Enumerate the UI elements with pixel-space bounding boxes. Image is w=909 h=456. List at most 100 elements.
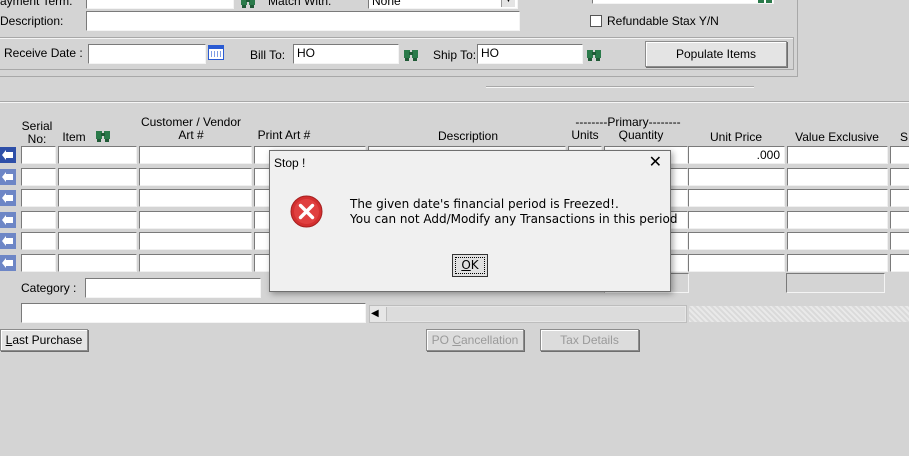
cell-item[interactable] (58, 232, 137, 251)
tax-details-button[interactable]: Tax Details (540, 329, 639, 351)
row-arrow-icon[interactable] (0, 233, 16, 250)
last-purchase-text: ast Purchase (12, 333, 83, 347)
ship-to-value: HO (481, 46, 499, 60)
cell-customer-art[interactable] (139, 146, 252, 164)
right-top-field[interactable] (592, 0, 774, 4)
stop-dialog: Stop ! ✕ The given date's financial peri… (269, 150, 677, 292)
cell-customer-art[interactable] (139, 254, 252, 272)
cell-item[interactable] (58, 146, 137, 164)
po-cancellation-mnemonic: C (452, 333, 461, 347)
horizontal-scrollbar[interactable]: ◀ (369, 305, 687, 323)
payment-term-lookup-icon[interactable] (240, 0, 256, 9)
cell-customer-art[interactable] (139, 189, 252, 208)
right-top-lookup-icon[interactable] (757, 0, 773, 7)
scroll-left-icon[interactable]: ◀ (371, 308, 379, 319)
cell-customer-art[interactable] (139, 232, 252, 251)
item-lookup-icon[interactable] (95, 128, 111, 143)
refundable-label: Refundable Stax Y/N (607, 14, 719, 28)
cell-serial[interactable] (21, 146, 56, 164)
ok-button[interactable]: OK (452, 254, 488, 277)
ship-to-field[interactable]: HO (477, 44, 583, 64)
cell-unit-price[interactable] (688, 189, 785, 208)
cell-value-exclusive[interactable] (787, 232, 888, 251)
cell-unit-price[interactable]: .000 (688, 146, 785, 164)
cell-next[interactable] (890, 189, 909, 208)
bill-to-label: Bill To: (250, 48, 286, 62)
cell-serial[interactable] (21, 254, 56, 272)
cell-serial[interactable] (21, 189, 56, 208)
unit-price-value: .000 (756, 148, 780, 162)
po-cancellation-rest: ancellation (460, 333, 519, 347)
row-arrow-icon[interactable] (0, 168, 16, 185)
cell-value-exclusive[interactable] (787, 254, 888, 272)
last-purchase-button[interactable]: Last Purchase (0, 329, 88, 351)
cell-next[interactable] (890, 167, 909, 186)
row-arrow-icon[interactable] (0, 190, 16, 207)
ok-rest: K (470, 258, 479, 272)
separator-line (486, 86, 754, 88)
col-header-item: Item (62, 130, 86, 144)
scrollbar-track[interactable] (386, 307, 685, 321)
cell-unit-price[interactable] (688, 254, 785, 272)
description-field[interactable] (86, 11, 520, 31)
cell-item[interactable] (58, 210, 137, 229)
separator-line (0, 101, 909, 103)
cell-value-exclusive[interactable] (787, 146, 888, 164)
cell-customer-art[interactable] (139, 167, 252, 186)
col-header-print-art: Print Art # (257, 128, 311, 142)
row-arrow-icon[interactable] (0, 255, 16, 271)
cell-unit-price[interactable] (688, 167, 785, 186)
match-with-select[interactable]: None ▼ (368, 0, 518, 9)
cell-unit-price[interactable] (688, 232, 785, 251)
row-arrow-icon[interactable] (0, 211, 16, 228)
remarks-field[interactable] (21, 303, 366, 323)
bill-to-lookup-icon[interactable] (403, 47, 419, 62)
calendar-icon[interactable] (208, 45, 224, 60)
cell-item[interactable] (58, 167, 137, 186)
col-header-serial-line2: No: (27, 132, 47, 146)
col-header-serial: Serial No: (18, 120, 56, 146)
cell-next[interactable] (890, 232, 909, 251)
row-arrow-icon[interactable] (0, 147, 16, 163)
po-cancellation-pre: PO (431, 333, 453, 347)
cell-item[interactable] (58, 189, 137, 208)
dialog-message-line1: The given date's financial period is Fre… (350, 197, 619, 211)
refundable-checkbox[interactable] (590, 15, 602, 27)
col-header-value-exclusive: Value Exclusive (795, 130, 879, 144)
po-cancellation-button[interactable]: PO Cancellation (426, 329, 524, 351)
cell-next[interactable] (890, 146, 909, 164)
cell-serial[interactable] (21, 232, 56, 251)
col-header-next: S (899, 130, 908, 144)
ship-to-label: Ship To: (433, 48, 477, 62)
cell-unit-price[interactable] (688, 210, 785, 229)
col-header-quantity: Quantity (618, 128, 664, 142)
payment-term-field[interactable] (86, 0, 234, 9)
chevron-down-icon[interactable]: ▼ (501, 0, 515, 7)
payment-term-label: ayment Term: (0, 0, 73, 8)
cell-value-exclusive[interactable] (787, 189, 888, 208)
scrollbar-overflow (689, 306, 909, 322)
total-field (786, 273, 885, 293)
receive-date-label: Receive Date : (4, 46, 83, 60)
category-field[interactable] (85, 278, 261, 298)
cell-next[interactable] (890, 254, 909, 272)
cell-customer-art[interactable] (139, 210, 252, 229)
close-icon[interactable]: ✕ (649, 155, 662, 171)
cell-serial[interactable] (21, 167, 56, 186)
dialog-title: Stop ! (274, 156, 306, 170)
receive-date-field[interactable] (88, 44, 206, 64)
cell-item[interactable] (58, 254, 137, 272)
cell-serial[interactable] (21, 210, 56, 229)
col-header-customer-vendor: Customer / Vendor Art # (136, 116, 246, 142)
dialog-message-line2: You can not Add/Modify any Transactions … (350, 212, 678, 226)
bill-to-value: HO (297, 46, 315, 60)
cell-value-exclusive[interactable] (787, 210, 888, 229)
cell-value-exclusive[interactable] (787, 167, 888, 186)
bill-to-field[interactable]: HO (293, 44, 399, 64)
cell-next[interactable] (890, 210, 909, 229)
populate-items-button[interactable]: Populate Items (645, 41, 787, 67)
col-header-units: Units (571, 128, 599, 142)
match-with-value: None (372, 0, 401, 8)
ship-to-lookup-icon[interactable] (586, 47, 602, 62)
col-header-customer-vendor-line2: Art # (178, 128, 204, 142)
